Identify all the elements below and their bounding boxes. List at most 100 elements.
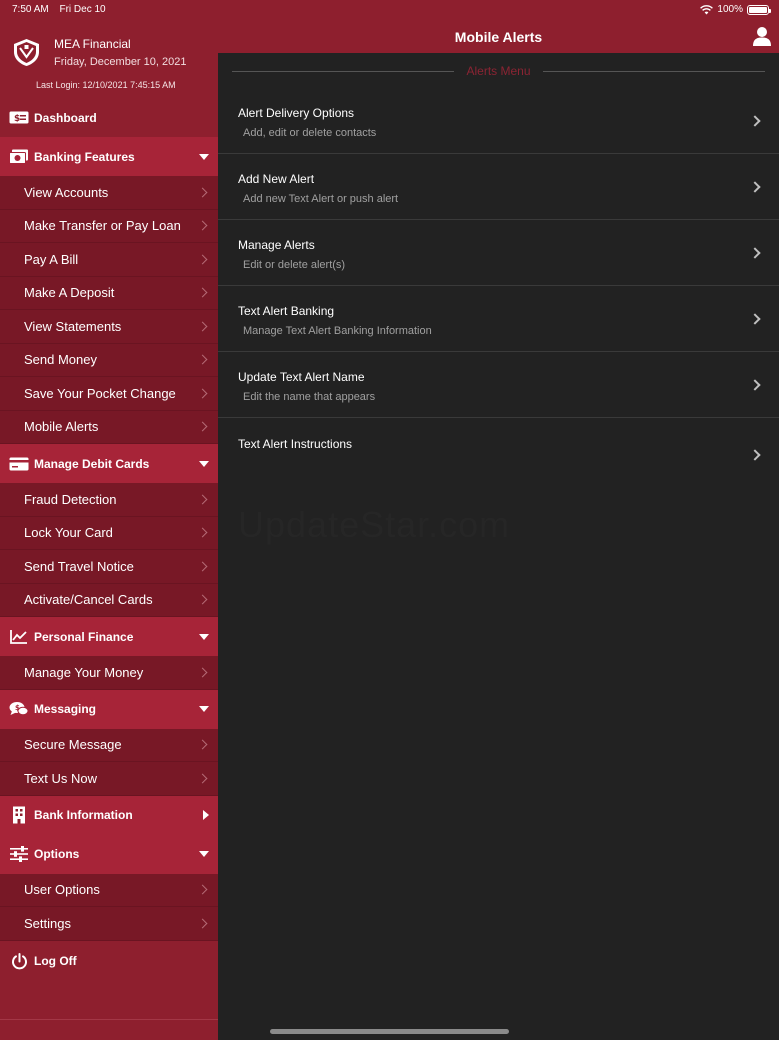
battery-icon	[747, 4, 771, 15]
alert-menu-item-alert-delivery-options[interactable]: Alert Delivery Options Add, edit or delet…	[218, 88, 779, 154]
sidebar-section-bank-information[interactable]: Bank Information	[0, 795, 218, 835]
chevron-right-icon	[749, 449, 761, 461]
credit-card-icon	[9, 455, 29, 473]
alert-menu-item-title: Alert Delivery Options	[238, 106, 355, 120]
chevron-right-icon	[197, 220, 208, 231]
user-icon[interactable]	[753, 26, 771, 46]
alert-menu-item-subtitle: Manage Text Alert Banking Information	[243, 325, 432, 337]
sidebar-item-manage-your-money[interactable]: Manage Your Money	[0, 656, 218, 690]
alert-menu-item-title: Manage Alerts	[238, 238, 315, 252]
sidebar-item-secure-message[interactable]: Secure Message	[0, 728, 218, 762]
alert-menu-item-text-alert-instructions[interactable]: Text Alert Instructions	[218, 418, 779, 484]
divider	[543, 71, 765, 72]
main-panel: Mobile Alerts Alerts Menu Alert Delivery…	[218, 0, 779, 1040]
sidebar-item-save-your-pocket-change[interactable]: Save Your Pocket Change	[0, 377, 218, 411]
sidebar-section-label: Log Off	[34, 954, 77, 968]
caret-down-icon	[199, 633, 209, 640]
sidebar-item-label: View Accounts	[24, 184, 109, 200]
status-date: Fri Dec 10	[59, 4, 106, 15]
watermark: UpdateStar.com	[238, 504, 511, 545]
chevron-right-icon	[197, 494, 208, 505]
wifi-icon	[700, 4, 714, 14]
dollar-bill-icon: $	[9, 109, 29, 127]
sidebar-item-mobile-alerts[interactable]: Mobile Alerts	[0, 410, 218, 444]
sidebar-item-label: Settings	[24, 915, 71, 931]
sidebar-section-manage-debit-cards[interactable]: Manage Debit Cards	[0, 444, 218, 483]
sidebar-section-banking-features[interactable]: Banking Features	[0, 137, 218, 176]
profile-date: Friday, December 10, 2021	[54, 56, 187, 68]
sidebar-item-label: User Options	[24, 882, 100, 898]
bank-name: MEA Financial	[54, 37, 131, 51]
page-title: Mobile Alerts	[454, 29, 543, 45]
alert-menu-item-subtitle: Edit or delete alert(s)	[243, 259, 346, 271]
sidebar-section-personal-finance[interactable]: Personal Finance	[0, 617, 218, 656]
chat-bubbles-icon: $	[9, 700, 29, 718]
sidebar-section-log-off[interactable]: Log Off	[0, 941, 218, 981]
alert-menu-item-manage-alerts[interactable]: Manage Alerts Edit or delete alert(s)	[218, 220, 779, 286]
chevron-right-icon	[197, 884, 208, 895]
sidebar-item-fraud-detection[interactable]: Fraud Detection	[0, 483, 218, 517]
svg-text:$: $	[14, 114, 20, 124]
bank-logo	[14, 39, 39, 66]
chevron-right-icon	[197, 527, 208, 538]
chevron-right-icon	[197, 421, 208, 432]
sidebar-item-user-options[interactable]: User Options	[0, 873, 218, 907]
home-indicator	[270, 1029, 509, 1034]
chevron-right-icon	[749, 313, 761, 325]
sidebar-section-label: Dashboard	[34, 110, 97, 125]
power-icon	[9, 952, 29, 970]
last-login: Last Login: 12/10/2021 7:45:15 AM	[36, 80, 176, 90]
alert-menu-item-title: Add New Alert	[238, 172, 315, 186]
chevron-right-icon	[197, 187, 208, 198]
alert-menu-item-title: Text Alert Banking	[238, 304, 335, 318]
status-time: 7:50 AM	[12, 4, 49, 15]
sidebar-item-view-accounts[interactable]: View Accounts	[0, 176, 218, 210]
chevron-right-icon	[197, 773, 208, 784]
sidebar-item-label: Save Your Pocket Change	[24, 385, 176, 401]
sidebar-item-make-a-deposit[interactable]: Make A Deposit	[0, 276, 218, 310]
chevron-right-icon	[749, 181, 761, 193]
sidebar-item-send-travel-notice[interactable]: Send Travel Notice	[0, 550, 218, 584]
battery-percent: 100%	[717, 4, 743, 15]
chevron-right-icon	[197, 321, 208, 332]
caret-down-icon	[199, 851, 209, 857]
chevron-right-icon	[197, 388, 208, 399]
sidebar-item-make-transfer-or-pay-loan[interactable]: Make Transfer or Pay Loan	[0, 209, 218, 243]
svg-text:$: $	[15, 704, 20, 712]
sidebar-item-label: Send Travel Notice	[24, 558, 134, 574]
sidebar-item-text-us-now[interactable]: Text Us Now	[0, 762, 218, 796]
alert-menu-item-subtitle: Add, edit or delete contacts	[243, 127, 377, 139]
sidebar-section-messaging[interactable]: $ Messaging	[0, 689, 218, 729]
sidebar-item-label: Pay A Bill	[24, 251, 79, 267]
chevron-right-icon	[197, 918, 208, 929]
sidebar-section-label: Bank Information	[34, 808, 133, 822]
alert-menu-item-update-text-alert-name[interactable]: Update Text Alert Name Edit the name that…	[218, 352, 779, 418]
money-icon	[9, 148, 29, 166]
sidebar-item-lock-your-card[interactable]: Lock Your Card	[0, 516, 218, 550]
alert-menu-item-text-alert-banking[interactable]: Text Alert Banking Manage Text Alert Bank…	[218, 286, 779, 352]
chart-icon	[9, 628, 29, 646]
sidebar-item-label: Make A Deposit	[24, 285, 115, 301]
sidebar-section-options[interactable]: Options	[0, 834, 218, 874]
sidebar-item-send-money[interactable]: Send Money	[0, 343, 218, 377]
sidebar-section-label: Banking Features	[34, 149, 135, 164]
sidebar-section-dashboard[interactable]: $ Dashboard	[0, 98, 218, 137]
sidebar-item-pay-a-bill[interactable]: Pay A Bill	[0, 243, 218, 277]
sidebar-item-view-statements[interactable]: View Statements	[0, 310, 218, 344]
sidebar-item-settings[interactable]: Settings	[0, 907, 218, 941]
alert-menu-item-title: Text Alert Instructions	[238, 437, 353, 451]
sidebar-item-activate-cancel-cards[interactable]: Activate/Cancel Cards	[0, 583, 218, 617]
sidebar-item-label: Secure Message	[24, 737, 122, 753]
sidebar-item-label: Fraud Detection	[24, 491, 117, 507]
building-icon	[9, 806, 29, 824]
alerts-menu-header: Alerts Menu	[232, 63, 765, 79]
chevron-right-icon	[197, 739, 208, 750]
chevron-right-icon	[197, 561, 208, 572]
status-bar: 7:50 AM Fri Dec 10 100%	[0, 0, 779, 18]
sidebar-item-label: Text Us Now	[24, 770, 97, 786]
caret-down-icon	[199, 460, 209, 467]
alert-menu-item-add-new-alert[interactable]: Add New Alert Add new Text Alert or push …	[218, 154, 779, 220]
chevron-right-icon	[197, 287, 208, 298]
sidebar-item-label: Manage Your Money	[24, 664, 144, 680]
sliders-icon	[9, 845, 29, 863]
